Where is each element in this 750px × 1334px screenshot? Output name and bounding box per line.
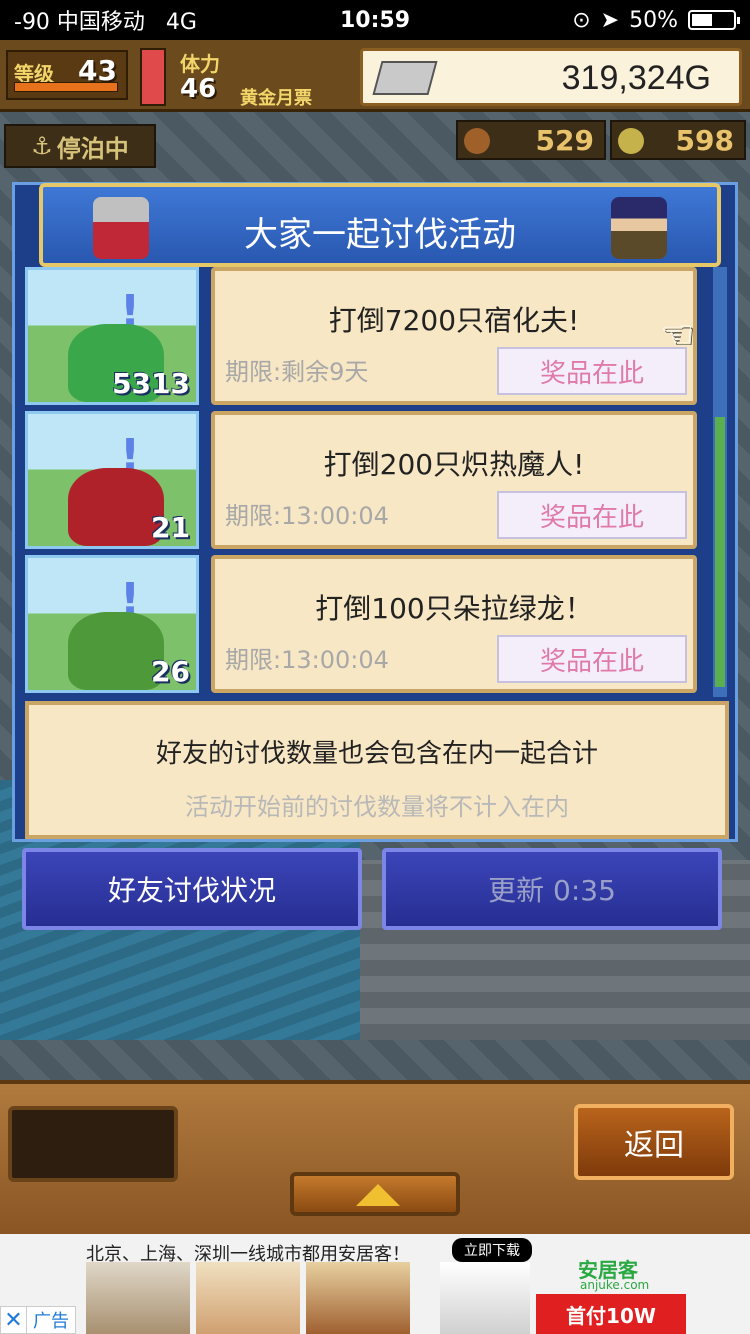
- friends-hunt-status-button[interactable]: 好友讨伐状况: [22, 848, 362, 930]
- prize-button[interactable]: 奖品在此: [497, 635, 687, 683]
- ad-banner[interactable]: 北京、上海、深圳一线城市都用安居客！ 立即下载 安居客 anjuke.com 首…: [0, 1234, 750, 1334]
- medal-icon: [618, 128, 644, 154]
- note-main-text: 好友的讨伐数量也会包含在内一起合计: [155, 739, 598, 769]
- gold-box[interactable]: 319,324G: [360, 48, 742, 106]
- ad-photo-2: [196, 1262, 300, 1334]
- ad-building-photo: [440, 1262, 530, 1334]
- pointing-hand-icon: ☜: [660, 312, 695, 356]
- list-scrollbar[interactable]: [713, 267, 727, 697]
- scrollbar-thumb[interactable]: [715, 417, 725, 687]
- resource-1-value: 529: [535, 123, 594, 157]
- task-card: 打倒200只炽热魔人! 期限:13:00:04 奖品在此: [211, 411, 697, 549]
- task-deadline: 期限:13:00:04: [225, 646, 389, 674]
- monster-portrait: ! 5313: [25, 267, 199, 405]
- gold-value: 319,324G: [561, 59, 711, 97]
- resource-box-2[interactable]: 598: [610, 120, 746, 160]
- monster-sprite: [68, 612, 164, 690]
- info-note: 好友的讨伐数量也会包含在内一起合计 活动开始前的讨伐数量将不计入在内: [25, 701, 729, 839]
- stamina-value: 46: [180, 74, 217, 104]
- task-card: 打倒100只朵拉绿龙！ 期限:13:00:04 奖品在此: [211, 555, 697, 693]
- task-row: ! 5313 打倒7200只宿化夫! 期限:剩余9天 奖品在此: [25, 267, 715, 407]
- task-row: ! 21 打倒200只炽热魔人! 期限:13:00:04 奖品在此: [25, 411, 715, 551]
- stamina-box[interactable]: 体力 46 黄金月票: [174, 48, 354, 109]
- wizard-icon: [611, 197, 667, 259]
- meat-icon: [464, 128, 490, 154]
- task-list[interactable]: ! 5313 打倒7200只宿化夫! 期限:剩余9天 奖品在此 ! 21 打倒2…: [25, 267, 715, 699]
- expand-menu-button[interactable]: [290, 1172, 460, 1216]
- prize-button[interactable]: 奖品在此: [497, 491, 687, 539]
- note-sub-text: 活动开始前的讨伐数量将不计入在内: [185, 793, 569, 821]
- battery-icon: [688, 10, 740, 30]
- ad-label: ✕ 广告: [0, 1306, 76, 1334]
- ad-photo-1: [86, 1262, 190, 1334]
- refresh-button[interactable]: 更新 0:35: [382, 848, 722, 930]
- gold-pass-label: 黄金月票: [240, 88, 312, 109]
- stamina-label: 体力: [180, 52, 220, 76]
- task-card: 打倒7200只宿化夫! 期限:剩余9天 奖品在此: [211, 267, 697, 405]
- task-title: 打倒100只朵拉绿龙！: [315, 592, 593, 625]
- anchor-icon: ⚓: [31, 132, 53, 160]
- top-hud: 等级 43 体力 46 黄金月票 319,324G: [0, 40, 750, 112]
- close-icon[interactable]: ✕: [1, 1307, 27, 1333]
- location-icon: ➤: [600, 7, 620, 33]
- ad-photo-3: [306, 1262, 410, 1334]
- monster-portrait: ! 26: [25, 555, 199, 693]
- resource-box-1[interactable]: 529: [456, 120, 606, 160]
- up-arrow-icon: [356, 1184, 400, 1206]
- bottom-bar: 返回: [0, 1080, 750, 1234]
- prize-button[interactable]: 奖品在此: [497, 347, 687, 395]
- ad-tag: 广告: [33, 1311, 69, 1332]
- monster-sprite: [68, 468, 164, 546]
- monster-portrait: ! 21: [25, 411, 199, 549]
- task-deadline: 期限:13:00:04: [225, 502, 389, 530]
- kill-count: 5313: [112, 367, 190, 400]
- kill-count: 26: [151, 655, 190, 688]
- ad-brand-url: anjuke.com: [580, 1278, 650, 1292]
- network-label: 4G: [165, 10, 197, 35]
- resource-2-value: 598: [675, 123, 734, 157]
- stamina-gauge: [140, 48, 166, 106]
- task-title: 打倒200只炽热魔人!: [323, 448, 585, 481]
- anchored-label: 停泊中: [56, 134, 129, 163]
- status-bar: -90 中国移动 4G 10:59 ⊙ ➤ 50%: [0, 0, 750, 40]
- level-box[interactable]: 等级 43: [6, 50, 128, 100]
- level-exp-bar: [14, 82, 118, 92]
- task-deadline: 期限:剩余9天: [225, 358, 369, 386]
- ad-download-label[interactable]: 立即下载: [452, 1238, 532, 1262]
- kill-count: 21: [151, 511, 190, 544]
- empty-slot[interactable]: [8, 1106, 178, 1182]
- back-button[interactable]: 返回: [574, 1104, 734, 1180]
- group-hunt-panel: 大家一起讨伐活动 ! 5313 打倒7200只宿化夫! 期限:剩余9天 奖品在此…: [12, 182, 738, 842]
- anchored-status[interactable]: ⚓ 停泊中: [4, 124, 156, 168]
- ad-cta[interactable]: 首付10W: [536, 1294, 686, 1334]
- silver-ingot-icon: [372, 61, 438, 95]
- rotation-lock-icon: ⊙: [572, 7, 591, 33]
- task-row: ! 26 打倒100只朵拉绿龙！ 期限:13:00:04 奖品在此: [25, 555, 715, 695]
- panel-header: 大家一起讨伐活动: [39, 183, 721, 267]
- carrier-label: -90 中国移动: [14, 10, 145, 35]
- task-title: 打倒7200只宿化夫!: [328, 304, 580, 337]
- battery-percent: 50%: [629, 7, 678, 33]
